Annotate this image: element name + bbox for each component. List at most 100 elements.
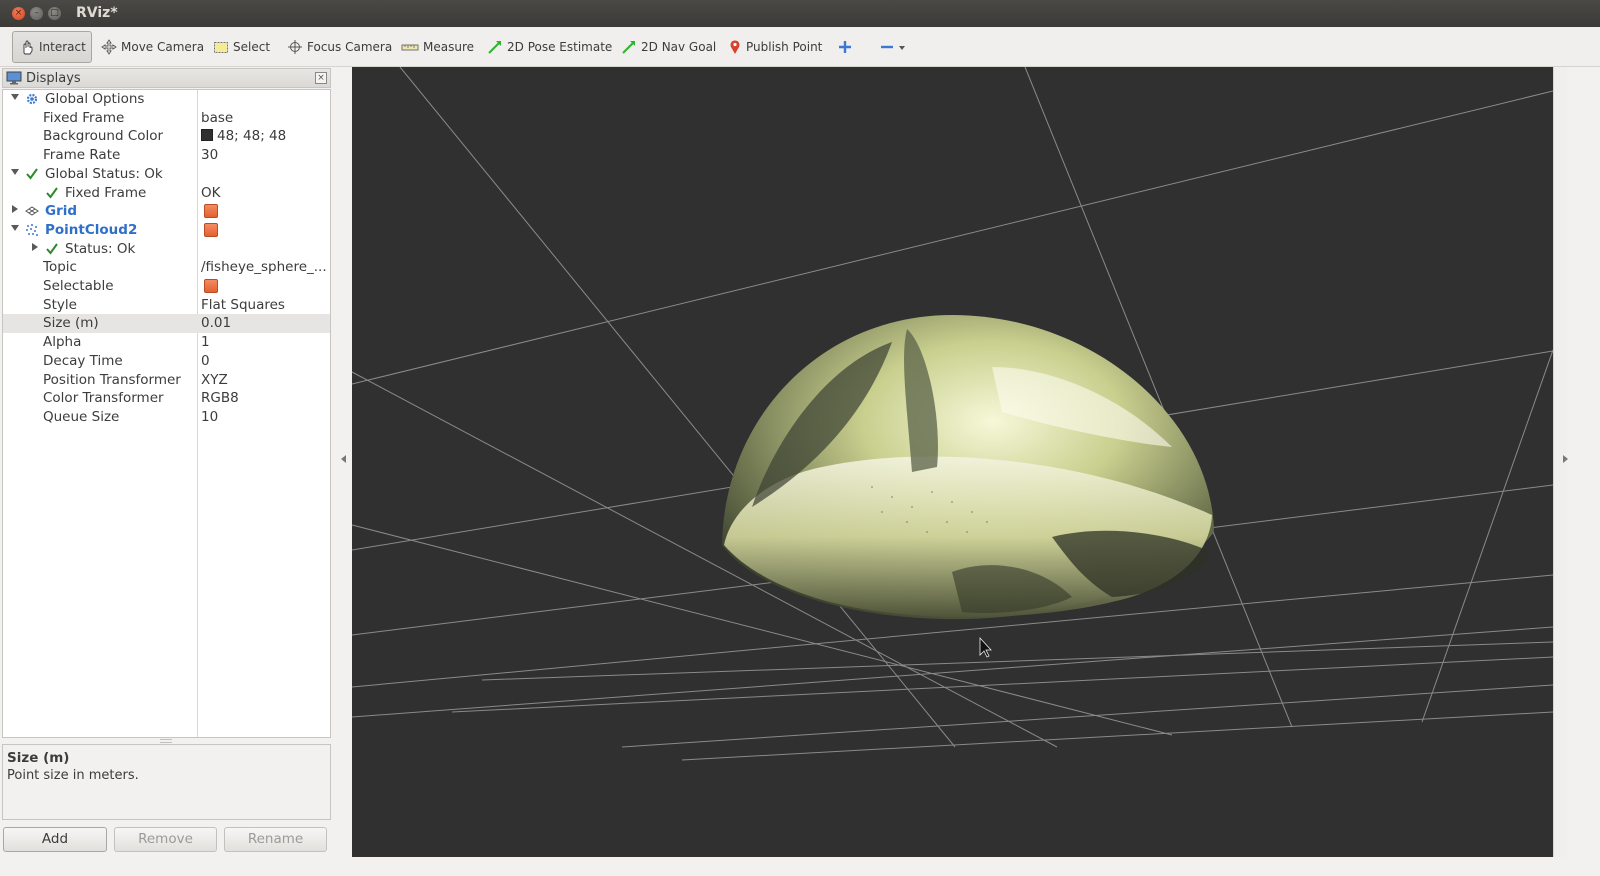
row-name: Selectable [43, 278, 114, 294]
tree-row-style[interactable]: Style Flat Squares [3, 296, 330, 315]
tree-row-decay-time[interactable]: Decay Time 0 [3, 352, 330, 371]
collapse-left-panel-icon[interactable] [341, 455, 346, 463]
select-tool-label: Select [233, 40, 271, 54]
row-value[interactable]: RGB8 [201, 390, 329, 406]
tree-row-alpha[interactable]: Alpha 1 [3, 333, 330, 352]
row-name: PointCloud2 [45, 221, 138, 238]
displays-panel: Displays × Global Options Fixed Frame ba… [0, 67, 333, 876]
splitter-handle[interactable] [160, 739, 172, 743]
publish-point-tool-button[interactable]: Publish Point [722, 31, 828, 63]
row-name: Grid [45, 203, 78, 220]
3d-render-viewport[interactable] [352, 67, 1553, 857]
tree-row-background-color[interactable]: Background Color 48; 48; 48 [3, 127, 330, 146]
select-rect-icon [214, 42, 228, 53]
move-camera-tool-button[interactable]: Move Camera [95, 31, 210, 63]
close-window-button[interactable]: × [12, 7, 25, 20]
row-value[interactable]: /fisheye_sphere_... [201, 259, 329, 275]
row-name: Fixed Frame [43, 109, 125, 126]
row-name: Global Options [45, 91, 145, 107]
tree-row-fixed-frame[interactable]: Fixed Frame base [3, 109, 330, 128]
remove-tool-menu-button[interactable] [874, 31, 912, 63]
tree-row-grid[interactable]: Grid [3, 202, 330, 221]
tree-row-pointcloud2[interactable]: PointCloud2 [3, 221, 330, 240]
move-camera-icon [101, 39, 117, 55]
map-pin-icon [730, 40, 740, 54]
add-display-button[interactable]: Add [3, 827, 107, 852]
close-panel-button[interactable]: × [315, 72, 327, 84]
rename-display-button[interactable]: Rename [224, 827, 327, 852]
tree-row-status-fixed-frame[interactable]: Fixed Frame OK [3, 184, 330, 203]
move-camera-tool-label: Move Camera [121, 40, 205, 54]
remove-display-button[interactable]: Remove [114, 827, 217, 852]
right-dock-strip [1563, 67, 1600, 876]
row-value[interactable]: 30 [201, 147, 329, 163]
row-value[interactable]: base [201, 110, 329, 126]
row-value-container[interactable]: 48; 48; 48 [201, 128, 329, 144]
row-name: Global Status: Ok [45, 165, 163, 182]
tree-row-queue-size[interactable]: Queue Size 10 [3, 408, 330, 427]
checkmark-icon [46, 186, 58, 199]
green-arrow-icon [622, 41, 635, 54]
grid-icon [25, 206, 39, 216]
window-title: RViz* [76, 5, 118, 21]
row-value: OK [201, 184, 221, 201]
row-value[interactable]: XYZ [201, 372, 329, 388]
tree-row-pointcloud-status[interactable]: Status: Ok [3, 240, 330, 259]
bottom-dock-strip [333, 857, 1600, 876]
row-value[interactable]: 0 [201, 353, 329, 369]
select-tool-button[interactable]: Select [207, 31, 276, 63]
tree-row-size[interactable]: Size (m) 0.01 [3, 314, 330, 334]
collapse-right-panel-icon[interactable] [1563, 455, 1568, 463]
displays-panel-header: Displays × [2, 68, 331, 88]
enabled-checkbox[interactable] [204, 222, 218, 237]
row-value[interactable]: 0.01 [201, 315, 329, 331]
green-arrow-icon [488, 41, 501, 54]
row-name: Frame Rate [43, 147, 121, 164]
add-tool-button[interactable] [832, 31, 858, 63]
tree-row-global-options[interactable]: Global Options [3, 90, 330, 109]
row-name: Fixed Frame [65, 184, 147, 201]
tree-row-color-transformer[interactable]: Color Transformer RGB8 [3, 389, 330, 408]
gear-icon [26, 93, 38, 105]
scene-canvas [352, 67, 1553, 761]
row-value[interactable]: 1 [201, 334, 329, 350]
pointcloud-icon [26, 223, 38, 236]
publish-point-tool-label: Publish Point [746, 40, 823, 54]
expand-arrow-icon[interactable] [11, 94, 19, 100]
tree-row-selectable[interactable]: Selectable [3, 277, 330, 296]
pose-estimate-tool-button[interactable]: 2D Pose Estimate [481, 31, 618, 63]
row-value: 48; 48; 48 [217, 128, 287, 145]
minimize-window-button[interactable]: – [30, 7, 43, 20]
row-name: Style [43, 296, 77, 313]
tree-row-global-status[interactable]: Global Status: Ok [3, 165, 330, 184]
interact-tool-button[interactable]: Interact [12, 31, 92, 63]
row-name: Position Transformer [43, 371, 181, 388]
row-value[interactable]: Flat Squares [201, 297, 329, 313]
maximize-window-button[interactable]: □ [48, 7, 61, 20]
collapse-arrow-icon[interactable] [12, 205, 18, 214]
checkmark-icon [46, 243, 58, 255]
mouse-cursor [979, 636, 992, 658]
measure-tool-button[interactable]: Measure [395, 31, 480, 63]
title-bar: × – □ RViz* [0, 0, 1600, 27]
row-name: Color Transformer [43, 390, 164, 407]
hand-pointer-icon [23, 40, 33, 55]
collapse-arrow-icon[interactable] [32, 242, 38, 251]
expand-arrow-icon[interactable] [11, 168, 19, 175]
tree-row-topic[interactable]: Topic /fisheye_sphere_... [3, 258, 330, 277]
minus-icon [881, 45, 893, 49]
nav-goal-tool-button[interactable]: 2D Nav Goal [615, 31, 722, 63]
expand-arrow-icon[interactable] [11, 224, 19, 231]
row-value[interactable]: 10 [201, 409, 329, 425]
row-name: Alpha [43, 334, 82, 351]
row-name: Decay Time [43, 352, 123, 369]
focus-camera-tool-button[interactable]: Focus Camera [281, 31, 398, 63]
tree-row-frame-rate[interactable]: Frame Rate 30 [3, 146, 330, 165]
plus-icon [839, 41, 851, 53]
enabled-checkbox[interactable] [204, 204, 218, 219]
selectable-checkbox[interactable] [204, 279, 218, 293]
tree-row-position-transformer[interactable]: Position Transformer XYZ [3, 371, 330, 390]
displays-panel-title: Displays [26, 70, 81, 86]
row-name: Background Color [43, 128, 164, 145]
tools-toolbar: Interact Move Camera Select Focus Camera… [0, 27, 1600, 67]
